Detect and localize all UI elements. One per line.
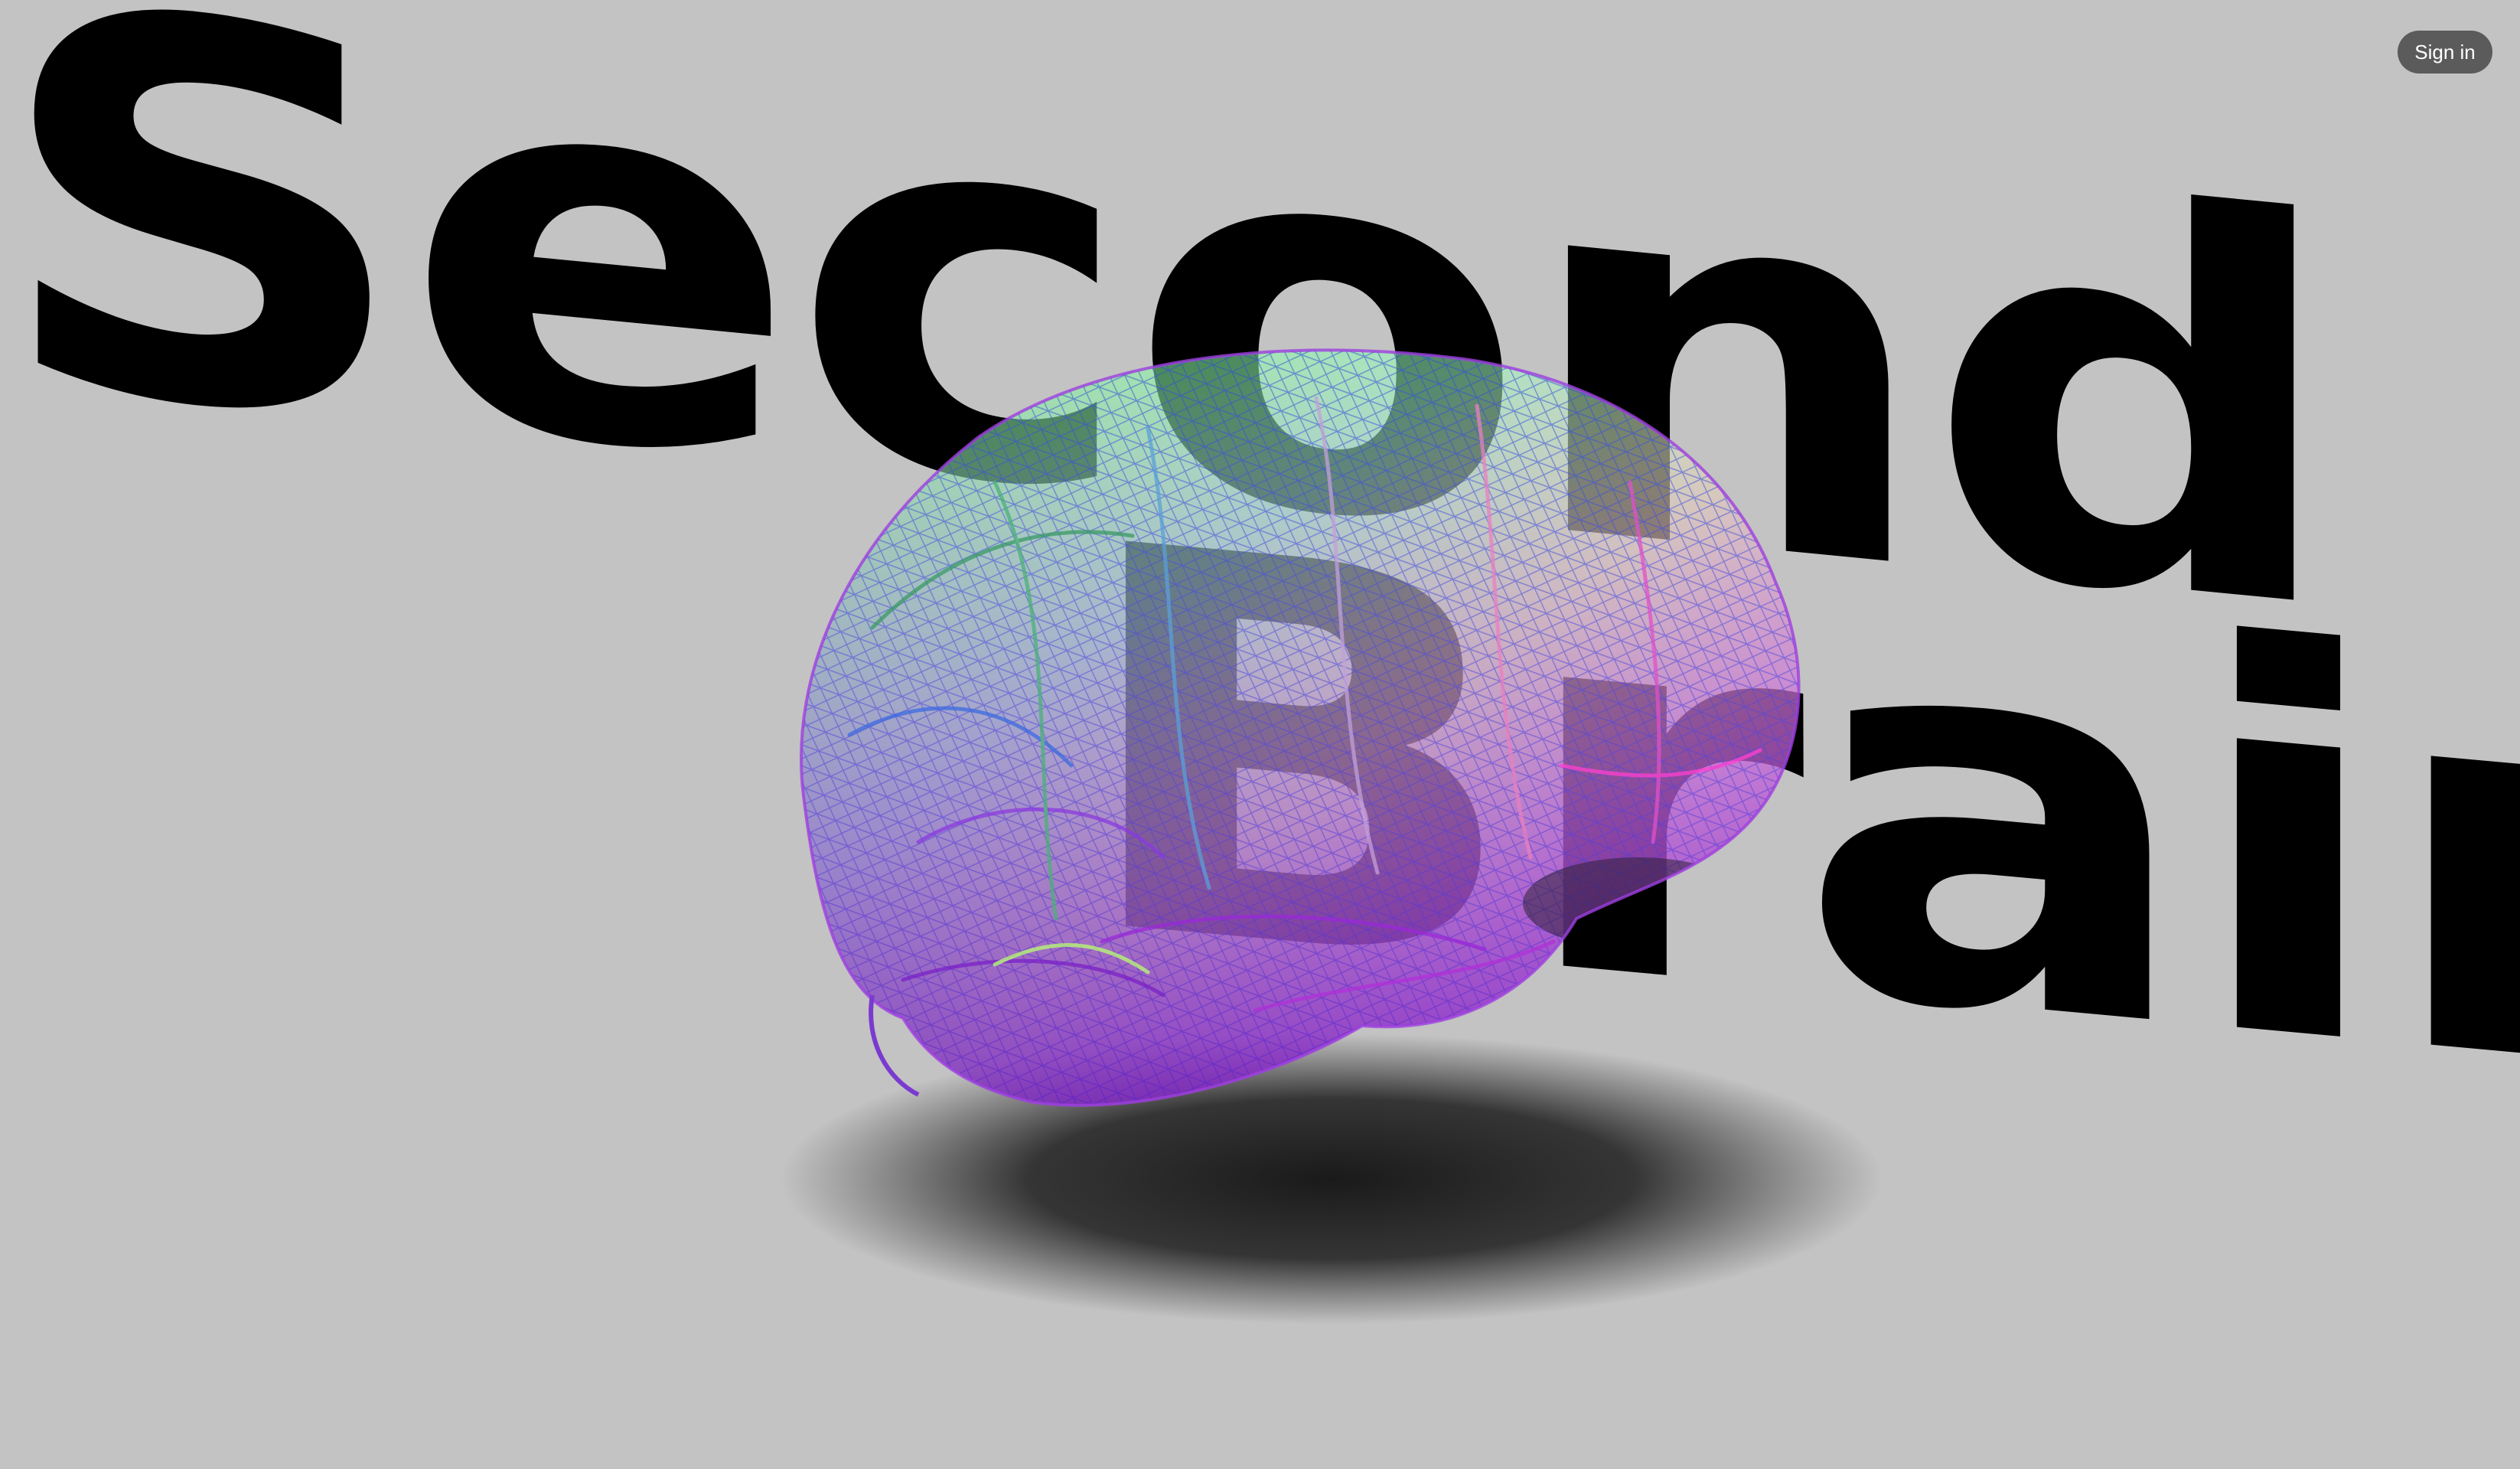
brain-3d-model[interactable] (673, 306, 1990, 1363)
brain-shadow (781, 1033, 1883, 1324)
sign-in-button[interactable]: Sign in (2398, 31, 2492, 73)
hero-stage: Second Brain Sign in (0, 0, 2520, 1469)
wireframe-brain-icon (781, 348, 1883, 1324)
